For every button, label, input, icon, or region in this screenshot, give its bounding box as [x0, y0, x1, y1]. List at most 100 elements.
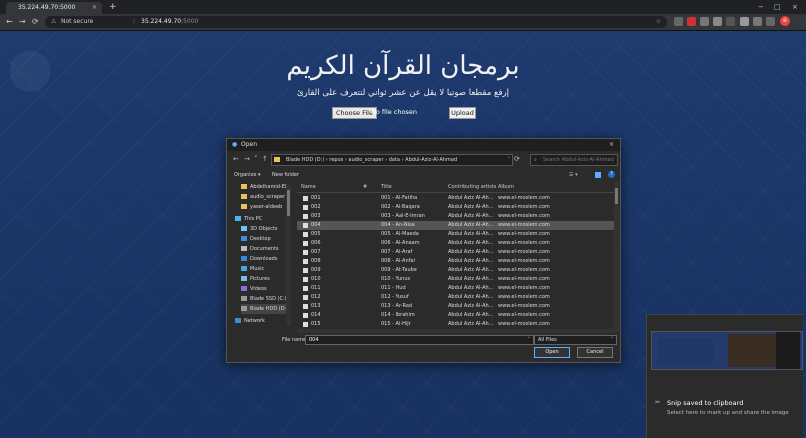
nav-scrollbar[interactable] [286, 184, 291, 326]
table-row[interactable]: 009 009 - At-Taube Abdul Aziz Al-Ah... www.… [297, 266, 615, 275]
security-label[interactable]: Not secure [61, 16, 93, 28]
maximize-icon[interactable]: □ [774, 1, 781, 13]
column-album[interactable]: Album [498, 182, 514, 192]
forward-icon[interactable]: → [244, 153, 250, 165]
table-row-selected[interactable]: 004 004 - An-Nisa Abdul Aziz Al-Ah... www.e… [297, 221, 615, 230]
preview-pane-icon[interactable] [595, 172, 601, 178]
nav-item[interactable]: Desktop [241, 234, 271, 244]
snip-notification[interactable]: ✂ Snip saved to clipboard Select here to… [646, 314, 803, 438]
search-placeholder[interactable]: Search Abdul-Aziz-Al-Ahmad [543, 155, 614, 165]
url-text[interactable]: 35.224.49.70:5000 [141, 16, 198, 28]
back-icon[interactable]: ← [6, 16, 13, 28]
file-name-cell[interactable]: 014 [311, 311, 361, 320]
extension-icon[interactable] [713, 17, 722, 26]
column-artists[interactable]: Contributing artists [448, 182, 496, 192]
table-row[interactable]: 003 003 - Aal-E-Imran Abdul Aziz Al-Ah... w… [297, 212, 615, 221]
file-name-cell[interactable]: 009 [311, 266, 361, 275]
forward-icon[interactable]: → [19, 16, 26, 28]
column-name[interactable]: Name [301, 182, 316, 192]
screenshot-thumbnail[interactable] [651, 331, 803, 370]
file-name-cell[interactable]: 002 [311, 203, 361, 212]
file-name-cell[interactable]: 008 [311, 257, 361, 266]
table-row[interactable]: 014 014 - Ibrahim Abdul Aziz Al-Ah... www.e… [297, 311, 615, 320]
extension-icon[interactable] [700, 17, 709, 26]
extension-icon[interactable] [687, 17, 696, 26]
search-input[interactable]: ⌕ Search Abdul-Aziz-Al-Ahmad [530, 154, 618, 166]
organize-button[interactable]: Organize ▾ [234, 170, 261, 180]
file-name-cell[interactable]: 013 [311, 302, 361, 311]
nav-item[interactable]: Abdelhamid-Elv [241, 182, 289, 192]
table-row[interactable]: 010 010 - Yunus Abdul Aziz Al-Ah... www.el-… [297, 275, 615, 284]
browser-tab[interactable]: 35.224.49.70:5000 × [6, 2, 102, 14]
nav-item[interactable]: Downloads [241, 254, 277, 264]
file-name-cell[interactable]: 010 [311, 275, 361, 284]
table-row[interactable]: 012 012 - Yusuf Abdul Aziz Al-Ah... www.el-… [297, 293, 615, 302]
cancel-button[interactable]: Cancel [577, 347, 613, 358]
breadcrumb[interactable]: Blade HDD (D:) › repos › audio_scraper ›… [271, 154, 513, 166]
file-name-cell[interactable]: 004 [311, 221, 361, 230]
nav-item[interactable]: yaser-aldeeb [241, 202, 282, 212]
scrollbar-thumb[interactable] [615, 188, 618, 204]
extension-icon[interactable] [726, 17, 735, 26]
new-tab-button[interactable]: + [109, 1, 117, 13]
upload-button[interactable]: Upload [449, 107, 476, 119]
file-name-cell[interactable]: 012 [311, 293, 361, 302]
chevron-down-icon[interactable]: ˅ [611, 336, 614, 344]
nav-item[interactable]: 3D Objects [241, 224, 278, 234]
nav-item[interactable]: This PC [235, 214, 262, 224]
table-row[interactable]: 005 005 - Al-Maeda Abdul Aziz Al-Ah... www.… [297, 230, 615, 239]
table-row[interactable]: 015 015 - Al-Hijr Abdul Aziz Al-Ah... www.e… [297, 320, 615, 329]
column-title[interactable]: Title [381, 182, 392, 192]
table-row[interactable]: 013 013 - Ar-Rad Abdul Aziz Al-Ah... www.el… [297, 302, 615, 311]
nav-item[interactable]: Pictures [241, 274, 270, 284]
table-row[interactable]: 001 001 - Al-Fatiha Abdul Aziz Al-Ah... www… [297, 194, 615, 203]
table-row[interactable]: 006 006 - Al-Anaam Abdul Aziz Al-Ah... www.… [297, 239, 615, 248]
chevron-down-icon[interactable]: ˅ [528, 336, 531, 344]
table-row[interactable]: 007 007 - Al-Araf Abdul Aziz Al-Ah... www.e… [297, 248, 615, 257]
file-name-cell[interactable]: 006 [311, 239, 361, 248]
extension-icon[interactable] [740, 17, 749, 26]
extension-icon[interactable] [766, 17, 775, 26]
minimize-icon[interactable]: − [758, 1, 764, 13]
new-folder-button[interactable]: New folder [272, 170, 299, 180]
column-number[interactable]: # [363, 182, 367, 192]
file-name-cell[interactable]: 015 [311, 320, 361, 329]
file-name-input[interactable]: 004 ˅ [305, 335, 534, 345]
view-options-icon[interactable]: ☰ ▾ [569, 170, 578, 180]
reload-icon[interactable]: ⟳ [32, 16, 39, 28]
close-window-icon[interactable]: × [792, 1, 798, 13]
nav-item[interactable]: Network [235, 316, 265, 326]
address-bar[interactable]: ⚠ Not secure | 35.224.49.70:5000 ☆ [45, 16, 667, 28]
file-name-cell[interactable]: 003 [311, 212, 361, 221]
up-icon[interactable]: ↑ [262, 153, 268, 165]
horizontal-scrollbar[interactable] [297, 329, 615, 333]
chevron-down-icon[interactable]: ˅ [508, 155, 511, 165]
nav-item[interactable]: Blade SSD (C:) [241, 294, 287, 304]
file-name-value[interactable]: 004 [309, 337, 319, 343]
file-list-scrollbar[interactable] [614, 182, 619, 332]
file-name-cell[interactable]: 005 [311, 230, 361, 239]
open-button[interactable]: Open [534, 347, 570, 358]
extension-icon[interactable] [674, 17, 683, 26]
bookmark-star-icon[interactable]: ☆ [656, 16, 661, 28]
scrollbar-thumb[interactable] [287, 190, 290, 216]
file-type-value[interactable]: All Files [538, 337, 557, 343]
file-name-cell[interactable]: 001 [311, 194, 361, 203]
nav-item[interactable]: Documents [241, 244, 279, 254]
nav-item-selected[interactable]: Blade HDD (D:) [241, 304, 291, 314]
file-name-cell[interactable]: 007 [311, 248, 361, 257]
help-icon[interactable]: ? [608, 171, 615, 178]
table-row[interactable]: 011 011 - Hud Abdul Aziz Al-Ah... www.el-mo… [297, 284, 615, 293]
file-name-cell[interactable]: 011 [311, 284, 361, 293]
table-row[interactable]: 008 008 - Al-Anfal Abdul Aziz Al-Ah... www.… [297, 257, 615, 266]
nav-item[interactable]: audio_scraper [241, 192, 285, 202]
file-type-select[interactable]: All Files ˅ [534, 335, 617, 345]
puzzle-icon[interactable] [753, 17, 762, 26]
refresh-icon[interactable]: ⟳ [514, 153, 520, 165]
breadcrumb-path[interactable]: Blade HDD (D:) › repos › audio_scraper ›… [286, 155, 457, 165]
nav-item[interactable]: Music [241, 264, 264, 274]
profile-avatar[interactable]: e [780, 16, 790, 26]
back-icon[interactable]: ← [233, 153, 239, 165]
dialog-close-icon[interactable]: × [609, 139, 614, 151]
tab-close-icon[interactable]: × [92, 2, 97, 14]
